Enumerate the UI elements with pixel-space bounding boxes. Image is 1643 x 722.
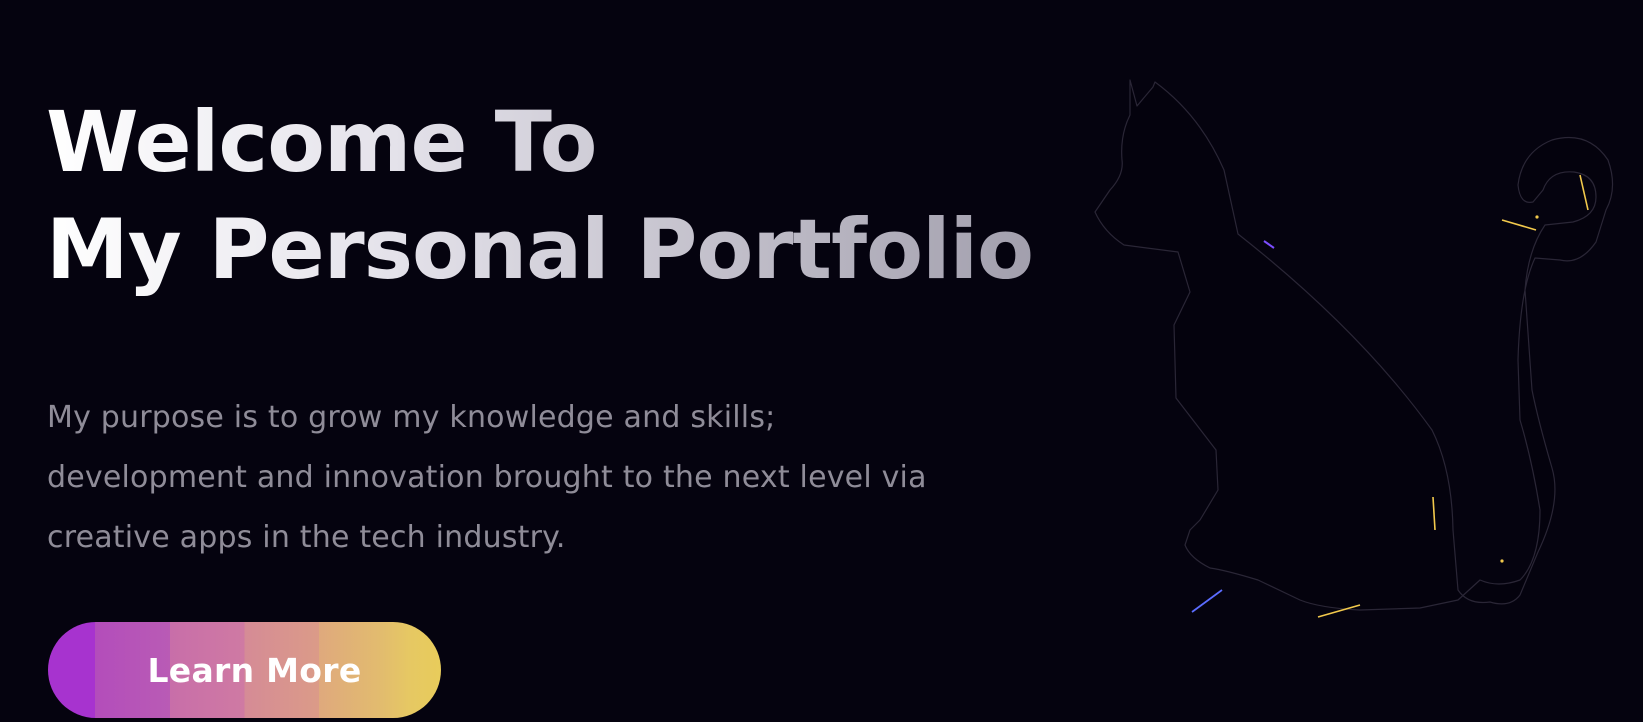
accent-dot-yellow-2 bbox=[1500, 559, 1504, 563]
cat-body-outline bbox=[1094, 79, 1614, 611]
accent-streak-purple-2 bbox=[1191, 589, 1223, 613]
hero-subtitle: My purpose is to grow my knowledge and s… bbox=[47, 388, 1047, 568]
hero-title: Welcome To My Personal Portfolio bbox=[46, 88, 1033, 304]
portfolio-hero-page: Welcome To My Personal Portfolio My purp… bbox=[0, 0, 1643, 722]
accent-dot-yellow-1 bbox=[1535, 215, 1539, 219]
accent-streak-yellow-3 bbox=[1501, 219, 1537, 231]
hero-title-line-2: My Personal Portfolio bbox=[46, 201, 1034, 298]
hero-subtitle-line-2: development and innovation brought to th… bbox=[47, 460, 927, 495]
hero-subtitle-line-1: My purpose is to grow my knowledge and s… bbox=[47, 400, 776, 435]
hero-subtitle-line-3: creative apps in the tech industry. bbox=[47, 520, 566, 555]
cat-silhouette-icon bbox=[1094, 79, 1614, 618]
hero-title-line-1: Welcome To bbox=[46, 93, 597, 191]
learn-more-button[interactable]: Learn More bbox=[48, 622, 441, 718]
accent-streak-yellow-4 bbox=[1579, 174, 1589, 211]
accent-streak-purple-1 bbox=[1263, 240, 1275, 249]
